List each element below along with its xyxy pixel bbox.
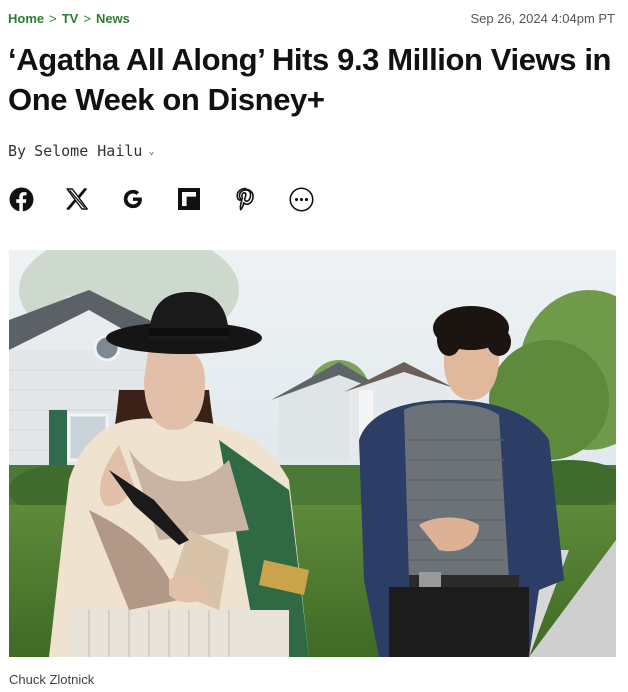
flipboard-icon	[178, 188, 200, 210]
chevron-down-icon[interactable]: ⌄	[148, 146, 154, 157]
breadcrumb-news[interactable]: News	[96, 11, 130, 26]
photo-credit: Chuck Zlotnick	[9, 672, 95, 687]
breadcrumb: Home > TV > News	[8, 11, 130, 26]
hero-photo	[9, 250, 616, 657]
pinterest-icon	[236, 187, 254, 211]
share-facebook-button[interactable]	[8, 186, 34, 212]
breadcrumb-separator: >	[49, 10, 57, 26]
share-pinterest-button[interactable]	[232, 186, 258, 212]
publish-timestamp: Sep 26, 2024 4:04pm PT	[470, 10, 615, 26]
breadcrumb-home[interactable]: Home	[8, 11, 44, 26]
share-x-button[interactable]	[64, 186, 90, 212]
breadcrumb-tv[interactable]: TV	[62, 11, 79, 26]
share-more-button[interactable]	[288, 186, 314, 212]
facebook-icon	[9, 187, 33, 212]
share-google-button[interactable]	[120, 186, 146, 212]
more-icon	[288, 186, 314, 212]
byline-prefix: By	[8, 142, 27, 160]
breadcrumb-separator: >	[83, 10, 91, 26]
google-icon	[123, 189, 142, 209]
byline: By Selome Hailu ⌄	[8, 142, 154, 160]
article-topbar: Home > TV > News Sep 26, 2024 4:04pm PT	[8, 9, 615, 27]
x-icon	[66, 188, 88, 210]
article-headline: ‘Agatha All Along’ Hits 9.3 Million View…	[8, 42, 612, 117]
author-name[interactable]: Selome Hailu	[34, 142, 142, 160]
share-flipboard-button[interactable]	[176, 186, 202, 212]
share-bar	[8, 186, 344, 212]
hero-image	[9, 250, 616, 657]
